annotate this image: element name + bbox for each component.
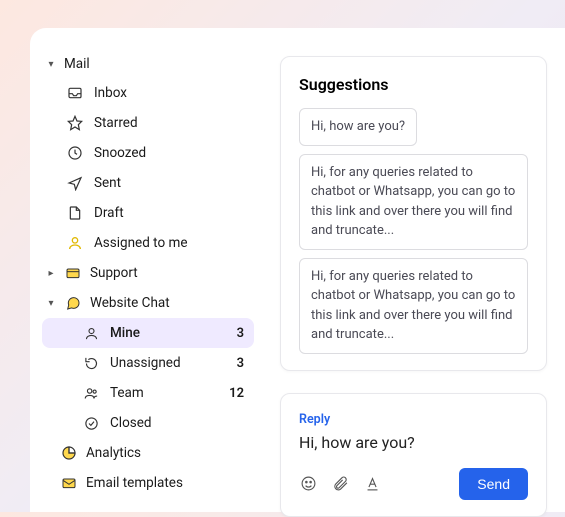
- sidebar-item-starred[interactable]: Starred: [42, 108, 254, 138]
- email-templates-label: Email templates: [86, 475, 183, 491]
- star-icon: [66, 114, 84, 132]
- sidebar-item-label: Mine: [110, 325, 227, 341]
- sidebar-item-inbox[interactable]: Inbox: [42, 78, 254, 108]
- sidebar-item-snoozed[interactable]: Snoozed: [42, 138, 254, 168]
- support-label: Support: [90, 265, 138, 281]
- reply-input[interactable]: Hi, how are you?: [299, 433, 528, 452]
- sidebar-item-analytics[interactable]: Analytics: [42, 438, 254, 468]
- sidebar-item-count: 12: [229, 386, 250, 401]
- team-icon: [82, 384, 100, 402]
- chevron-down-icon: ▾: [46, 59, 56, 70]
- reply-label: Reply: [299, 412, 528, 427]
- sidebar-item-label: Starred: [94, 115, 250, 131]
- main-panel: Suggestions Hi, how are you? Hi, for any…: [266, 28, 565, 512]
- sidebar-item-unassigned[interactable]: Unassigned 3: [42, 348, 254, 378]
- person-icon: [82, 324, 100, 342]
- sidebar-item-draft[interactable]: Draft: [42, 198, 254, 228]
- website-chat-label: Website Chat: [90, 295, 170, 311]
- chevron-down-icon: ▾: [46, 298, 56, 309]
- unassigned-icon: [82, 354, 100, 372]
- sidebar-item-label: Unassigned: [110, 355, 227, 371]
- clock-icon: [66, 144, 84, 162]
- sidebar: ▾ Mail Inbox Starred Snoozed Sent: [30, 28, 266, 512]
- sidebar-item-count: 3: [237, 326, 250, 341]
- suggestions-card: Suggestions Hi, how are you? Hi, for any…: [280, 56, 547, 371]
- mail-section-header[interactable]: ▾ Mail: [42, 50, 254, 78]
- sidebar-item-label: Team: [110, 385, 219, 401]
- sidebar-item-email-templates[interactable]: Email templates: [42, 468, 254, 498]
- send-icon: [66, 174, 84, 192]
- send-button[interactable]: Send: [459, 468, 528, 500]
- sidebar-item-label: Inbox: [94, 85, 250, 101]
- reply-toolbar: Send: [299, 468, 528, 500]
- suggestion-item[interactable]: Hi, how are you?: [299, 108, 417, 146]
- suggestion-item[interactable]: Hi, for any queries related to chatbot o…: [299, 258, 528, 354]
- suggestions-title: Suggestions: [299, 75, 528, 94]
- attachment-icon[interactable]: [331, 475, 349, 493]
- sidebar-item-closed[interactable]: Closed: [42, 408, 254, 438]
- suggestion-item[interactable]: Hi, for any queries related to chatbot o…: [299, 154, 528, 250]
- app-window: ▾ Mail Inbox Starred Snoozed Sent: [30, 28, 565, 512]
- sidebar-item-mine[interactable]: Mine 3: [42, 318, 254, 348]
- support-icon: [64, 264, 82, 282]
- user-icon: [66, 234, 84, 252]
- sidebar-item-label: Assigned to me: [94, 235, 250, 251]
- website-chat-section-header[interactable]: ▾ Website Chat: [42, 288, 254, 318]
- envelope-icon: [60, 474, 78, 492]
- support-section-header[interactable]: ▸ Support: [42, 258, 254, 288]
- sidebar-item-label: Closed: [110, 415, 250, 431]
- check-circle-icon: [82, 414, 100, 432]
- sidebar-item-label: Draft: [94, 205, 250, 221]
- sidebar-item-assigned[interactable]: Assigned to me: [42, 228, 254, 258]
- sidebar-item-count: 3: [237, 356, 250, 371]
- sidebar-item-label: Sent: [94, 175, 250, 191]
- sidebar-item-label: Snoozed: [94, 145, 250, 161]
- pie-chart-icon: [60, 444, 78, 462]
- mail-section-label: Mail: [64, 56, 90, 72]
- inbox-icon: [66, 84, 84, 102]
- text-format-icon[interactable]: [363, 475, 381, 493]
- reply-card: Reply Hi, how are you? Send: [280, 393, 547, 517]
- chat-icon: [64, 294, 82, 312]
- emoji-icon[interactable]: [299, 475, 317, 493]
- analytics-label: Analytics: [86, 445, 141, 461]
- chevron-right-icon: ▸: [46, 268, 56, 279]
- sidebar-item-sent[interactable]: Sent: [42, 168, 254, 198]
- file-icon: [66, 204, 84, 222]
- sidebar-item-team[interactable]: Team 12: [42, 378, 254, 408]
